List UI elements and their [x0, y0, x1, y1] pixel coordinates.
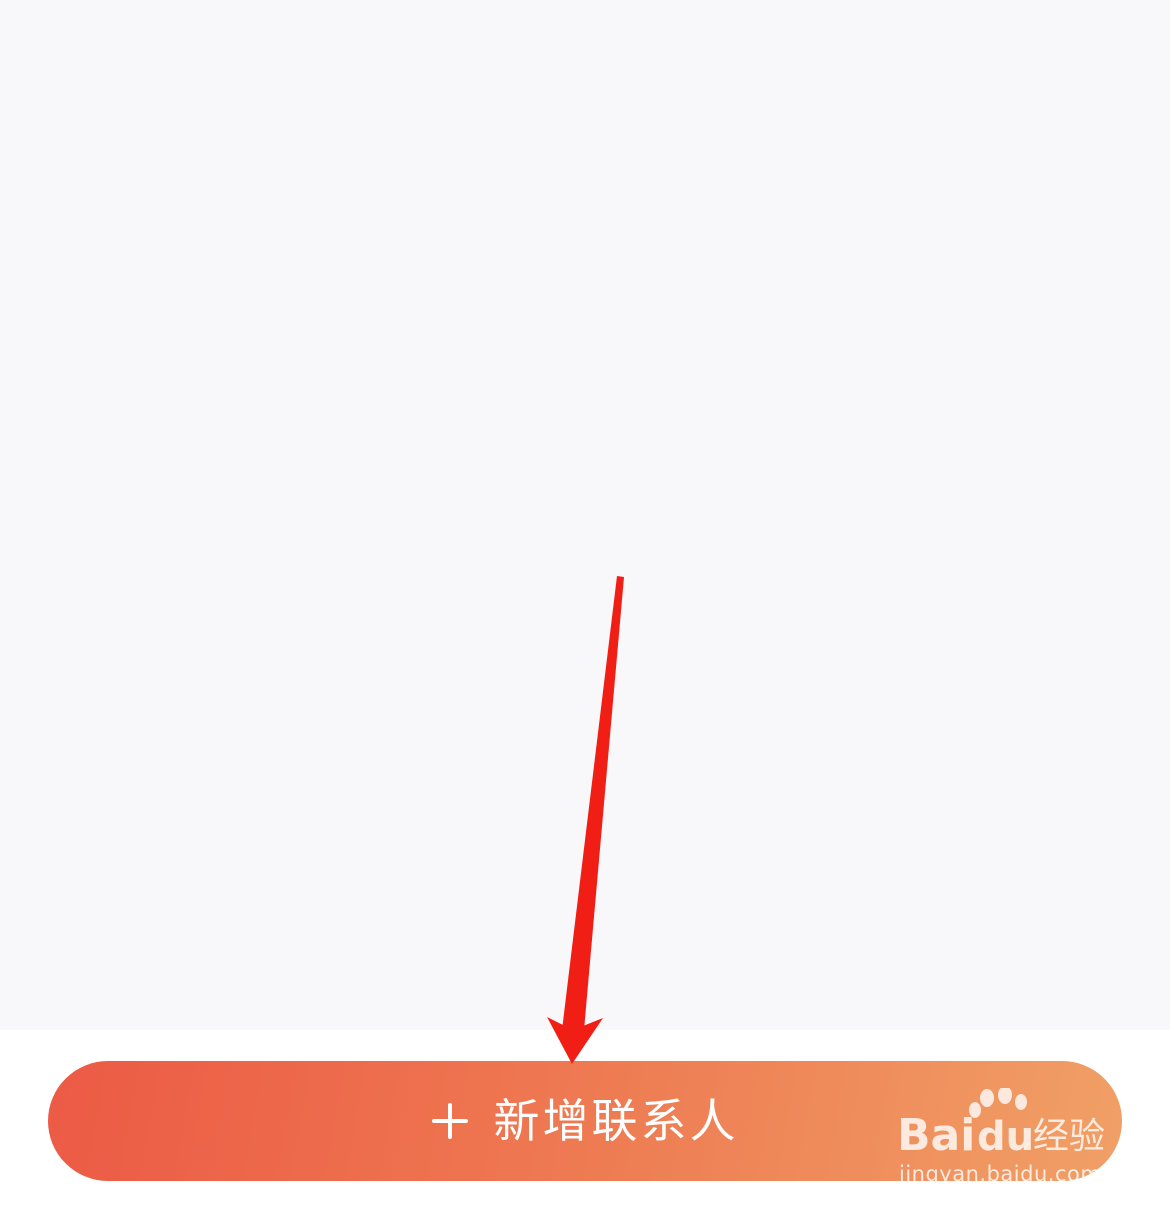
plus-icon — [431, 1103, 468, 1139]
add-contact-label: 新增联系人 — [493, 1094, 739, 1148]
add-contact-button[interactable]: 新增联系人 — [48, 1061, 1122, 1181]
contact-list-area — [0, 0, 1170, 1030]
